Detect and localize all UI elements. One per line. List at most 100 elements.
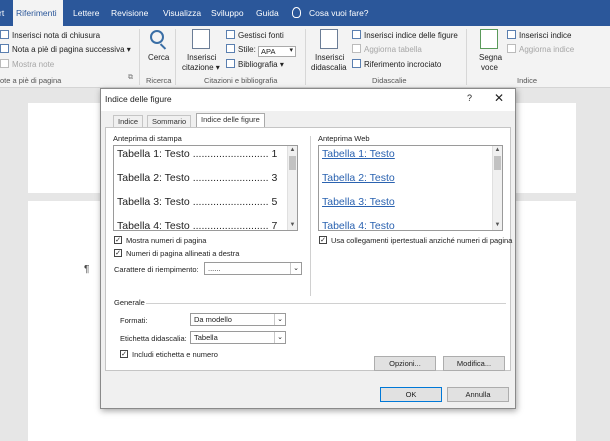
search-icon — [150, 30, 164, 44]
use-hyperlinks-checkbox[interactable]: ✓ — [319, 236, 327, 244]
tab-developer[interactable]: Sviluppo — [208, 0, 247, 26]
formats-select[interactable]: Da modello ⌄ — [190, 313, 286, 326]
chevron-down-icon: ⌄ — [274, 314, 285, 325]
insert-endnote-button[interactable]: Inserisci nota di chiusura — [0, 30, 100, 40]
tab-references[interactable]: Riferimenti — [13, 0, 63, 27]
mark-entry-label-1: Segna — [479, 53, 503, 62]
show-notes-button[interactable]: Mostra note — [0, 59, 54, 69]
manage-sources-button[interactable]: Gestisci fonti — [226, 30, 284, 40]
insert-index-icon — [507, 30, 516, 39]
chevron-down-icon: ▾ — [215, 63, 220, 72]
tab-panel: Anteprima di stampa Tabella 1: Testo ...… — [105, 127, 513, 371]
modify-button[interactable]: Modifica... — [443, 356, 505, 371]
help-button[interactable]: ? — [467, 93, 472, 103]
insert-index-button[interactable]: Inserisci indice — [507, 30, 571, 40]
insert-caption-label-1: Inserisci — [315, 53, 345, 62]
tab-help[interactable]: Guida — [253, 0, 282, 26]
ok-button[interactable]: OK — [380, 387, 442, 402]
style-selector[interactable]: Stile: APA — [226, 44, 297, 57]
print-preview-box: Tabella 1: Testo .......................… — [113, 145, 298, 231]
insert-table-of-figures-button[interactable]: Inserisci indice delle figure — [352, 30, 458, 40]
tab-review[interactable]: Revisione — [108, 0, 151, 26]
lightbulb-icon — [292, 7, 301, 18]
caption-label-select[interactable]: Tabella ⌄ — [190, 331, 286, 344]
dialog-title: Indice delle figure — [105, 94, 172, 104]
mark-entry-icon — [480, 29, 498, 49]
update-index-icon — [507, 44, 516, 53]
show-page-numbers-checkbox[interactable]: ✓ — [114, 236, 122, 244]
chevron-down-icon: ▾ — [279, 60, 284, 69]
scroll-down-icon[interactable]: ▼ — [288, 221, 297, 230]
show-notes-icon — [0, 59, 9, 68]
general-divider — [146, 303, 506, 304]
web-preview-link[interactable]: Tabella 4: Testo — [322, 220, 395, 230]
captions-group-label: Didascalie — [372, 76, 407, 85]
use-hyperlinks-label: Usa collegamenti ipertestuali anziché nu… — [331, 236, 513, 245]
update-table-icon — [352, 44, 361, 53]
scroll-up-icon[interactable]: ▲ — [493, 146, 502, 155]
vertical-divider — [310, 136, 311, 296]
scroll-up-icon[interactable]: ▲ — [288, 146, 297, 155]
group-separator — [175, 29, 176, 85]
caption-label-label: Etichetta didascalia: — [120, 334, 187, 343]
tab-view[interactable]: Visualizza — [160, 0, 204, 26]
cross-reference-icon — [352, 59, 361, 68]
print-preview-scrollbar[interactable]: ▲ ▼ — [287, 146, 297, 230]
ribbon-tab-bar: rt Riferimenti Lettere Revisione Visuali… — [0, 0, 610, 27]
tell-me-text: Cosa vuoi fare? — [309, 8, 369, 18]
footnotes-group-label: ote a piè di pagina — [0, 76, 62, 85]
endnote-icon — [0, 30, 9, 39]
tab-table-of-figures[interactable]: Indice delle figure — [196, 113, 265, 128]
print-preview-label: Anteprima di stampa — [113, 134, 182, 143]
options-button[interactable]: Opzioni... — [374, 356, 436, 371]
web-preview-box: Tabella 1: Testo Tabella 2: Testo Tabell… — [318, 145, 503, 231]
formats-label: Formati: — [120, 316, 148, 325]
include-label-checkbox[interactable]: ✓ — [120, 350, 128, 358]
include-label-label: Includi etichetta e numero — [132, 350, 218, 359]
update-index-button[interactable]: Aggiorna indice — [507, 44, 574, 54]
chevron-down-icon: ⌄ — [274, 332, 285, 343]
scroll-down-icon[interactable]: ▼ — [493, 221, 502, 230]
insert-citation-label-1: Inserisci — [187, 53, 217, 62]
print-preview-line: Tabella 2: Testo .......................… — [117, 172, 278, 184]
chevron-down-icon: ▾ — [126, 45, 131, 54]
next-footnote-button[interactable]: Nota a piè di pagina successiva ▾ — [0, 44, 131, 54]
update-table-button[interactable]: Aggiorna tabella — [352, 44, 422, 54]
scroll-thumb[interactable] — [289, 156, 296, 170]
manage-sources-icon — [226, 30, 235, 39]
dialog-title-bar: Indice delle figure ? ✕ — [101, 89, 515, 111]
close-icon[interactable]: ✕ — [494, 91, 504, 105]
tab-leader-select[interactable]: ...... ⌄ — [204, 262, 302, 275]
search-icon-handle — [159, 43, 167, 50]
index-group-label: Indice — [517, 76, 538, 85]
insert-caption-label-2: didascalia — [311, 63, 347, 72]
right-align-checkbox[interactable]: ✓ — [114, 249, 122, 257]
insert-citation-label-2: citazione ▾ — [182, 63, 220, 72]
search-label: Cerca — [148, 53, 170, 62]
tab-mailings[interactable]: Lettere — [70, 0, 102, 26]
style-icon — [226, 44, 235, 53]
cross-reference-button[interactable]: Riferimento incrociato — [352, 59, 441, 69]
web-preview-scrollbar[interactable]: ▲ ▼ — [492, 146, 502, 230]
style-combo[interactable]: APA — [258, 46, 297, 57]
group-separator — [139, 29, 140, 85]
dialog-launcher-icon[interactable]: ⧉ — [128, 74, 133, 82]
scroll-thumb[interactable] — [494, 156, 501, 170]
ribbon: Inserisci nota di chiusura Nota a piè di… — [0, 26, 610, 88]
bibliography-button[interactable]: Bibliografia ▾ — [226, 59, 284, 69]
mark-entry-label-2: voce — [481, 63, 498, 72]
web-preview-label: Anteprima Web — [318, 134, 370, 143]
tab-leader-label: Carattere di riempimento: — [114, 265, 199, 274]
group-separator — [466, 29, 467, 85]
caption-icon — [320, 29, 338, 49]
paragraph-mark: ¶ — [84, 264, 90, 275]
web-preview-link[interactable]: Tabella 2: Testo — [322, 172, 395, 184]
cancel-button[interactable]: Annulla — [447, 387, 509, 402]
print-preview-line: Tabella 4: Testo .......................… — [117, 220, 278, 231]
tell-me-box[interactable]: Cosa vuoi fare? — [292, 0, 369, 26]
table-of-figures-dialog: Indice delle figure ? ✕ Indice Sommario … — [100, 88, 516, 409]
web-preview-link[interactable]: Tabella 3: Testo — [322, 196, 395, 208]
web-preview-link[interactable]: Tabella 1: Testo — [322, 148, 395, 160]
tab-layout[interactable]: rt — [0, 0, 7, 26]
group-separator — [305, 29, 306, 85]
